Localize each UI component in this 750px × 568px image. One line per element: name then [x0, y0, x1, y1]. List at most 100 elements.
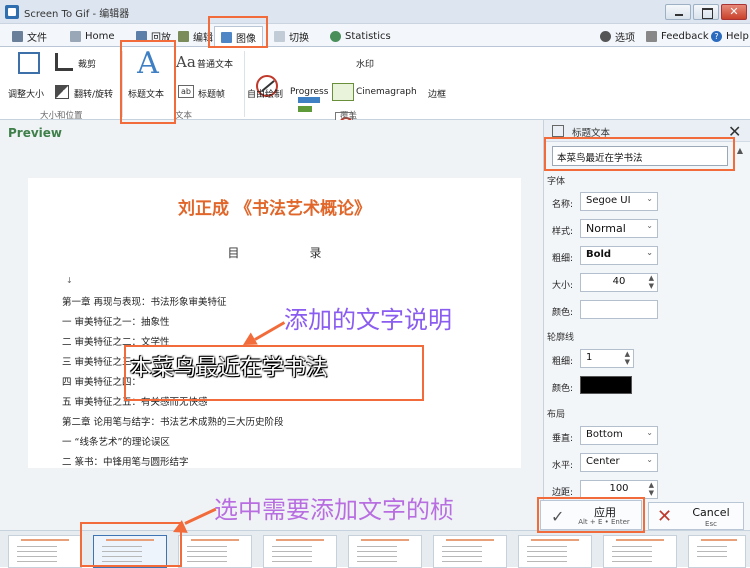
font-section-heading: 字体 [547, 177, 566, 187]
resize-icon[interactable] [18, 52, 40, 74]
toc-line: 二 篆书：中锋用笔与圆形结字 [62, 457, 189, 468]
title-bar: Screen To Gif - 编辑器 ✕ [0, 0, 750, 24]
home-icon [70, 30, 81, 42]
settings-button[interactable]: 选项 [594, 26, 641, 46]
pencil-icon [178, 30, 189, 42]
progress-icon[interactable] [298, 97, 320, 113]
toc-line: 一 审美特征之一：抽象性 [62, 317, 170, 328]
close-window-button[interactable]: ✕ [721, 4, 747, 20]
crop-icon[interactable] [55, 53, 73, 71]
outline-thickness-label: 粗细: [552, 357, 574, 367]
stepper-down-icon[interactable]: ▼ [649, 282, 654, 290]
progress-button[interactable]: Progress [290, 87, 328, 97]
toc-line: 第二章 论用笔与结字：书法艺术成熟的三大历史阶段 [62, 417, 284, 428]
watermark-button[interactable]: 水印 [356, 57, 374, 70]
close-icon: ✕ [729, 5, 739, 18]
stepper-up-icon[interactable]: ▲ [649, 481, 654, 489]
outline-thickness-stepper[interactable]: 1 ▲ ▼ [580, 349, 634, 368]
resize-button[interactable]: 调整大小 [8, 87, 44, 100]
frame-thumbnail[interactable] [518, 535, 592, 568]
minimize-button[interactable] [665, 4, 691, 20]
border-button[interactable]: 边框 [428, 87, 446, 100]
maximize-button[interactable] [693, 4, 719, 20]
style-select[interactable]: Normal ⌄ [580, 219, 658, 238]
title-text-icon [552, 125, 564, 137]
tab-file[interactable]: 文件 [6, 26, 53, 46]
annotation-note-added-text: 添加的文字说明 [284, 306, 452, 334]
flip-rotate-button[interactable]: 翻转/旋转 [74, 87, 113, 100]
vertical-select[interactable]: Bottom ⌄ [580, 426, 658, 445]
annotation-box-image-tab [208, 16, 268, 48]
document-toc-heading: 目录 [227, 246, 392, 260]
title-frame-icon[interactable]: ab [178, 85, 194, 98]
cinemagraph-button[interactable]: Cinemagraph [356, 87, 417, 97]
tab-statistics[interactable]: Statistics [324, 26, 397, 46]
annotation-box-title-text [120, 40, 176, 124]
cancel-button[interactable]: ✕ Cancel Esc [648, 502, 744, 530]
font-name-select[interactable]: Segoe UI ⌄ [580, 192, 658, 211]
free-text-button[interactable]: 普通文本 [197, 57, 233, 70]
ribbon-separator [244, 51, 245, 117]
frame-thumbnail[interactable] [603, 535, 677, 568]
vertical-label: 垂直: [552, 434, 574, 444]
title-frame-button[interactable]: 标题帧 [198, 87, 225, 100]
statistics-icon [330, 30, 341, 42]
free-text-icon[interactable]: Aa [176, 53, 196, 71]
crop-button[interactable]: 裁剪 [78, 57, 96, 70]
help-button[interactable]: ? Help [705, 26, 750, 46]
frame-thumbnail[interactable] [8, 535, 82, 568]
toc-line: 一 “线条艺术”的理论误区 [62, 437, 170, 448]
file-icon [12, 30, 23, 42]
outline-color-label: 颜色: [552, 384, 574, 394]
outline-section-heading: 轮廓线 [547, 333, 575, 343]
frame-thumbnail[interactable] [348, 535, 422, 568]
scroll-up-icon[interactable]: ▲ [734, 146, 746, 162]
free-drawing-button[interactable]: 自由绘制 [247, 87, 283, 100]
stepper-down-icon[interactable]: ▼ [625, 358, 630, 366]
stepper-up-icon[interactable]: ▲ [649, 274, 654, 282]
cinemagraph-icon[interactable] [332, 83, 354, 101]
ribbon-panel: 调整大小 裁剪 翻转/旋转 大小和位置 A 标题文本 Aa 普通文本 ab 标题… [0, 46, 750, 153]
preview-label: Preview [8, 126, 63, 140]
frame-thumbnail[interactable] [688, 535, 746, 568]
chevron-down-icon: ⌄ [646, 428, 653, 437]
font-color-label: 颜色: [552, 308, 574, 318]
tab-home[interactable]: Home [64, 26, 121, 46]
help-icon: ? [711, 30, 722, 42]
annotation-note-select-frame: 选中需要添加文字的桢 [214, 496, 454, 524]
frame-thumbnail[interactable] [433, 535, 507, 568]
font-color-picker[interactable] [580, 300, 658, 319]
window-title: Screen To Gif - 编辑器 [24, 9, 130, 20]
frame-thumbnail[interactable] [263, 535, 337, 568]
font-name-label: 名称: [552, 200, 574, 210]
horizontal-label: 水平: [552, 461, 574, 471]
weight-label: 粗细: [552, 254, 574, 264]
annotation-box-text-field [544, 137, 735, 171]
size-stepper[interactable]: 40 ▲ ▼ [580, 273, 658, 292]
stepper-down-icon[interactable]: ▼ [649, 489, 654, 497]
tab-transition[interactable]: 切换 [268, 26, 315, 46]
gear-icon [600, 30, 611, 42]
stepper-up-icon[interactable]: ▲ [625, 350, 630, 358]
cancel-icon: ✕ [657, 506, 673, 527]
annotation-box-selected-frame [80, 522, 182, 567]
app-icon [5, 5, 19, 19]
horizontal-select[interactable]: Center ⌄ [580, 453, 658, 472]
annotation-box-apply-button [537, 497, 645, 533]
ribbon-tab-bar: 文件 Home 回放 编辑 图像 切换 Statistics 选项 Feedba… [0, 24, 750, 47]
flip-icon[interactable] [55, 85, 69, 99]
title-text-panel: 标题文本 ✕ 本菜鸟最近在学书法 ▲ 字体 名称: Segoe UI ⌄ 样式: … [543, 120, 750, 530]
size-label: 大小: [552, 281, 574, 291]
chevron-down-icon: ⌄ [646, 194, 653, 203]
style-label: 样式: [552, 227, 574, 237]
weight-select[interactable]: Bold ⌄ [580, 246, 658, 265]
document-title: 刘正成 《书法艺术概论》 [178, 199, 371, 219]
toc-line: 第一章 再现与表现：书法形象审美特征 [62, 297, 227, 308]
outline-color-picker[interactable] [580, 376, 632, 394]
feedback-icon [646, 30, 657, 42]
chevron-down-icon: ⌄ [646, 455, 653, 464]
frame-thumbnail[interactable] [178, 535, 252, 568]
paragraph-marker: ↓ [66, 276, 73, 285]
layout-section-heading: 布局 [547, 410, 566, 420]
feedback-button[interactable]: Feedback [640, 26, 715, 46]
